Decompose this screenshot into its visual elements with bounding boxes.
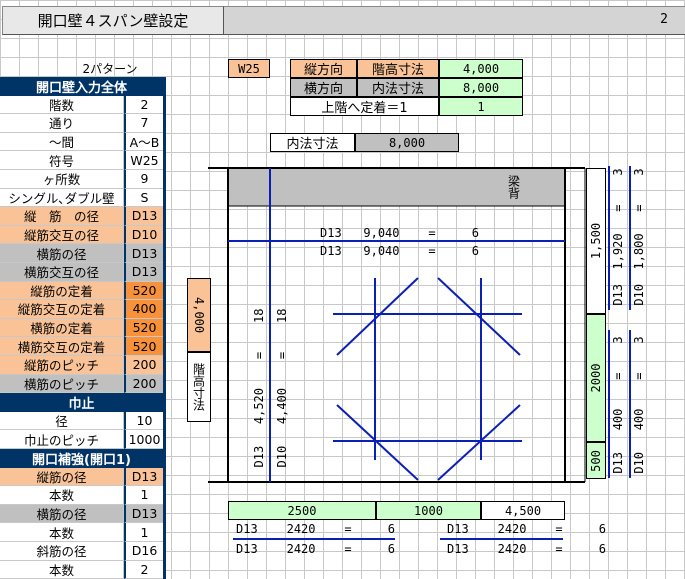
right-upper-bar-label-2: D10 1,800 = 3 (632, 168, 646, 306)
right-middle-dim: 2000 (586, 314, 606, 442)
bottom-dim-right: 4,500 (481, 501, 565, 520)
floor-height-side-label: 階高寸法 (187, 352, 211, 422)
right-middle-bar-label-1: D13 400 = 3 (611, 336, 625, 474)
vertical-bar-label-1: D13 4,520 = 18 (252, 308, 266, 468)
bottom-left-bar-label-1: D13 2420 = 6 (236, 522, 395, 536)
spreadsheet-grid: 開口壁４スパン壁設定 2 2パターン W25 縦方向 階高寸法 4,000 横方… (0, 0, 685, 579)
diag-bar-tr (437, 277, 521, 356)
floor-height-side-value: 4,000 (187, 278, 211, 352)
diag-bar-br (437, 404, 521, 481)
horizontal-bar-label-1: D13 9,040 = 6 (320, 226, 479, 240)
bottom-dim-middle: 1000 (376, 501, 481, 520)
bottom-dim-left: 2500 (228, 501, 376, 520)
horizontal-bar-label-2: D13 9,040 = 6 (320, 244, 479, 258)
bottom-right-bar-label-1: D13 2420 = 6 (447, 522, 606, 536)
beam-label: 梁背 (506, 175, 521, 199)
bottom-left-bar-label-2: D13 2420 = 6 (236, 542, 395, 556)
right-bottom-dim: 500 (586, 442, 606, 479)
diag-bar-tl (336, 277, 419, 356)
right-upper-dim: 1,500 (586, 168, 606, 314)
right-upper-bar-label-1: D13 1,920 = 3 (611, 168, 625, 306)
right-middle-bar-label-2: D10 400 = 3 (632, 336, 646, 474)
vertical-bar-label-2: D10 4,400 = 18 (275, 308, 289, 468)
wall-drawing (208, 166, 631, 540)
diag-bar-bl (336, 404, 419, 481)
bottom-right-bar-label-2: D13 2420 = 6 (447, 542, 606, 556)
